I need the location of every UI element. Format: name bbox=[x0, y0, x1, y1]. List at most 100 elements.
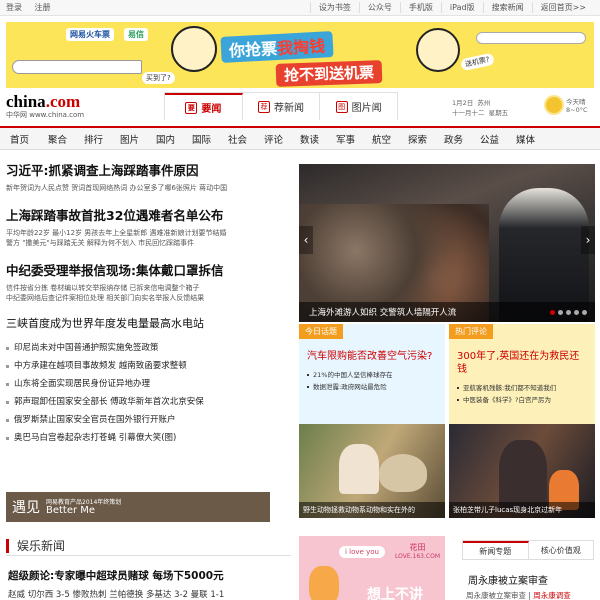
headline-link[interactable]: 中纪委受理举报信现场:集体戴口罩拆信 bbox=[6, 260, 291, 279]
china-com-logo[interactable]: china.com bbox=[6, 92, 80, 112]
love-bubble: i love you bbox=[339, 546, 385, 558]
nav-item-society[interactable]: 社会 bbox=[222, 132, 258, 146]
ad-english: Better Me bbox=[46, 504, 96, 516]
logo-subtitle: 中华网 www.china.com bbox=[6, 111, 85, 119]
sun-icon bbox=[546, 97, 562, 113]
weather-label: 今天晴 bbox=[566, 98, 586, 106]
huatian-dating-ad[interactable]: i love you 花田 LOVE.163.COM 想上不讲 bbox=[299, 536, 445, 600]
special-topic-tabs: 新闻专题 核心价值观 bbox=[462, 540, 594, 560]
nav-item-home[interactable]: 首页 bbox=[6, 132, 42, 146]
topic-question[interactable]: 300年了,英国还在为救民还钱 bbox=[457, 350, 587, 376]
list-item[interactable]: 奥巴马白宫卷起杂志打苍蝇 引幕僚大笑(图) bbox=[6, 429, 291, 447]
carousel-dot[interactable] bbox=[574, 310, 579, 315]
thumb-caption[interactable]: 野生动物拯救动物系动物和实在外的 bbox=[299, 502, 445, 518]
prev-arrow-icon[interactable]: ‹ bbox=[299, 226, 313, 254]
nav-item-international[interactable]: 国际 bbox=[186, 132, 222, 146]
nav-item-opinion[interactable]: 评论 bbox=[258, 132, 294, 146]
carousel-dot[interactable] bbox=[582, 310, 587, 315]
photo-thumb-celebrity[interactable]: 张柏芝带儿子lucas现身北京过新年 bbox=[449, 424, 595, 518]
related-links[interactable]: 中纪委网络后查记件案相位处理 相关部门向实名举报人反馈结果 bbox=[6, 293, 291, 303]
headline-column: 习近平:抓紧调查上海踩踏事件原因 新年贺词为人民点赞 贺词首现网络热词 办公室多… bbox=[6, 160, 291, 447]
cartoon-face-right bbox=[416, 28, 460, 72]
thumb-caption[interactable]: 张柏芝带儿子lucas现身北京过新年 bbox=[449, 502, 595, 518]
list-item[interactable]: 21%的中国人坚信棒球存在 bbox=[307, 369, 437, 381]
nav-item-ranking[interactable]: 排行 bbox=[78, 132, 114, 146]
photo-carousel[interactable]: ‹ › 上海外滩游人如织 交警筑人墙隔开人流 bbox=[299, 164, 595, 322]
bookmark-link[interactable]: 设为书签 bbox=[309, 2, 359, 13]
ipad-link[interactable]: iPad版 bbox=[440, 2, 483, 13]
nav-item-government[interactable]: 政务 bbox=[438, 132, 474, 146]
nav-item-aviation[interactable]: 航空 bbox=[366, 132, 402, 146]
search-news-link[interactable]: 搜索新闻 bbox=[482, 2, 532, 13]
login-link[interactable]: 登录 bbox=[6, 3, 22, 12]
related-links[interactable]: 信件按省分拣 卷材编以转交举报纳存储 已拆来信电调整个箱子 bbox=[6, 283, 291, 293]
person-figure bbox=[499, 440, 547, 510]
list-item[interactable]: 郭声琨卸任国家安全部长 傅政华新年首次北京安保 bbox=[6, 393, 291, 411]
dog-figure bbox=[379, 454, 427, 492]
banner-bubble-right: 送机票? bbox=[460, 52, 495, 72]
list-item[interactable]: 俄罗斯禁止国家安全官员在国外银行开账户 bbox=[6, 411, 291, 429]
carousel-dot[interactable] bbox=[558, 310, 563, 315]
nav-item-charity[interactable]: 公益 bbox=[474, 132, 510, 146]
train-illustration bbox=[12, 60, 142, 74]
tab-news-special[interactable]: 新闻专题 bbox=[463, 541, 529, 559]
carousel-dot[interactable] bbox=[550, 310, 555, 315]
nav-item-domestic[interactable]: 国内 bbox=[150, 132, 186, 146]
wechat-link[interactable]: 公众号 bbox=[358, 2, 400, 13]
nav-item-explore[interactable]: 探索 bbox=[402, 132, 438, 146]
weekday: 星期五 bbox=[488, 109, 509, 117]
headline-icon: 要 bbox=[185, 101, 198, 114]
related-links[interactable]: 警方 "撒美元"与踩踏无关 解释为何不划入 市民回忆踩踏事件 bbox=[6, 238, 291, 248]
tab-recommended[interactable]: 荐荐新闻 bbox=[243, 93, 321, 120]
section-marker bbox=[6, 538, 9, 553]
tab-headlines[interactable]: 要要闻 bbox=[165, 93, 243, 120]
photo-thumb-dog[interactable]: 野生动物拯救动物系动物和实在外的 bbox=[299, 424, 445, 518]
huatian-logo: 花田 LOVE.163.COM bbox=[395, 543, 440, 560]
home-link[interactable]: 返回首页>> bbox=[531, 2, 594, 13]
next-arrow-icon[interactable]: › bbox=[581, 226, 595, 254]
list-item[interactable]: 亚航客机残骸:我们都不知道我们 bbox=[457, 382, 587, 394]
nav-item-military[interactable]: 军事 bbox=[330, 132, 366, 146]
special-headline[interactable]: 周永康被立案审查 bbox=[468, 572, 548, 587]
channel-nav: 首页 聚合 排行 图片 国内 国际 社会 评论 数读 军事 航空 探索 政务 公… bbox=[0, 126, 600, 150]
carousel-dot[interactable] bbox=[566, 310, 571, 315]
nav-item-data[interactable]: 数读 bbox=[294, 132, 330, 146]
nav-item-pictures[interactable]: 图片 bbox=[114, 132, 150, 146]
hot-comment-box: 热门评论 300年了,英国还在为救民还钱 亚航客机残骸:我们都不知道我们 中医装… bbox=[449, 324, 595, 424]
list-item[interactable]: 中方承建在越项目事故频发 越南致函要求整顿 bbox=[6, 357, 291, 375]
carousel-dots bbox=[550, 310, 587, 315]
special-subline[interactable]: 周永康被立案审查 | 周永康调查 bbox=[466, 590, 571, 600]
section-title[interactable]: 娱乐新闻 bbox=[17, 537, 65, 554]
mobile-link[interactable]: 手机版 bbox=[399, 2, 441, 13]
nav-item-aggregate[interactable]: 聚合 bbox=[42, 132, 78, 146]
tab-pictures[interactable]: 图图片闻 bbox=[320, 93, 397, 120]
banner-brand-yixin: 易信 bbox=[124, 28, 148, 41]
better-me-ad[interactable]: 遇见 网易教育产品2014年终策划 Better Me bbox=[6, 492, 270, 522]
list-item[interactable]: 山东将全面实现居民身份证异地办理 bbox=[6, 375, 291, 393]
recommend-icon: 荐 bbox=[258, 100, 270, 113]
headline-link[interactable]: 习近平:抓紧调查上海踩踏事件原因 bbox=[6, 160, 291, 179]
cartoon-girl bbox=[309, 566, 339, 600]
topic-question[interactable]: 汽车限购能否改善空气污染? bbox=[307, 350, 437, 363]
news-headline-link[interactable]: 三峡首度成为世界年度发电量最高水电站 bbox=[6, 315, 291, 331]
entertainment-subline[interactable]: 赵威 切尔西 3-5 惨败热刺 兰帕德换 多基达 3-2 曼联 1-1 bbox=[8, 588, 224, 600]
banner-brand-train: 网易火车票 bbox=[66, 28, 114, 41]
lead-story-3: 中纪委受理举报信现场:集体戴口罩拆信 信件按省分拣 卷材编以转交举报纳存储 已拆… bbox=[6, 260, 291, 303]
list-item[interactable]: 印尼尚未对中国普通护照实施免签政策 bbox=[6, 339, 291, 357]
related-links[interactable]: 新年贺词为人民点赞 贺词首现网络热词 办公室多了哪6张照片 蒋动中国 bbox=[6, 183, 291, 193]
weather-widget[interactable]: 今天晴 8~0°C bbox=[546, 96, 588, 114]
lunar-date: 十一月十二 bbox=[452, 109, 485, 117]
today-topic-box: 今日话题 汽车限购能否改善空气污染? 21%的中国人坚信棒球存在 数据泄露:政府… bbox=[299, 324, 445, 424]
main-tabs: 要要闻 荐荐新闻 图图片闻 bbox=[164, 92, 398, 120]
train-ticket-ad-banner[interactable]: 网易火车票 易信 买到了? 你抢票我掏钱 抢不到送机票 送机票? bbox=[6, 22, 594, 88]
entertainment-headline[interactable]: 超级颜论:专家曝中超球员赌球 每场下5000元 bbox=[8, 568, 224, 583]
list-item[interactable]: 中医装备《科学》?白宫严厉为 bbox=[457, 394, 587, 406]
headline-link[interactable]: 上海踩踏事故首批32位遇难者名单公布 bbox=[6, 205, 291, 224]
nav-item-media[interactable]: 媒体 bbox=[510, 132, 546, 146]
tab-core-values[interactable]: 核心价值观 bbox=[529, 541, 594, 559]
banner-bubble-left: 买到了? bbox=[142, 72, 175, 84]
register-link[interactable]: 注册 bbox=[35, 3, 51, 12]
site-header: china.com 中华网 www.china.com 要要闻 荐荐新闻 图图片… bbox=[6, 92, 594, 124]
list-item[interactable]: 数据泄露:政府网站最危险 bbox=[307, 381, 437, 393]
related-links[interactable]: 平均年龄22岁 最小12岁 男孩去年上全星新郎 遇难准新娘计划要节结婚 bbox=[6, 228, 291, 238]
